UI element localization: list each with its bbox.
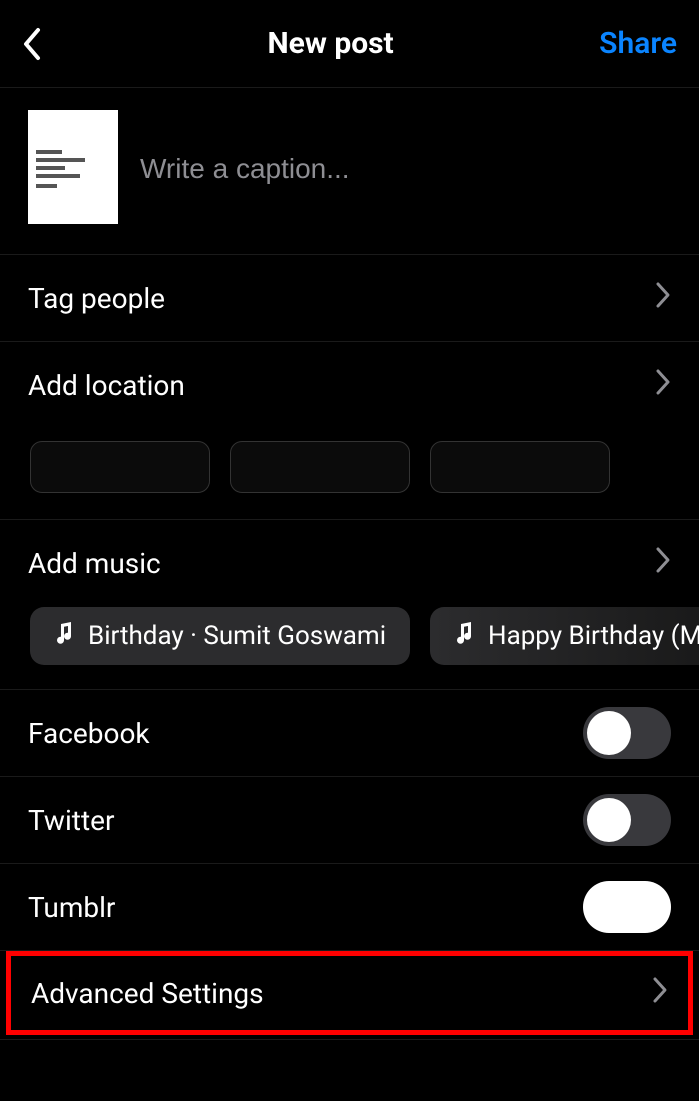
music-suggestions: Birthday · Sumit Goswami Happy Birthday … — [0, 607, 699, 690]
music-note-icon — [454, 621, 474, 652]
location-chip[interactable] — [430, 441, 610, 493]
share-facebook-row: Facebook — [0, 690, 699, 777]
advanced-settings-row[interactable]: Advanced Settings — [11, 956, 688, 1030]
chevron-right-icon — [652, 976, 668, 1011]
share-facebook-label: Facebook — [28, 717, 150, 750]
advanced-settings-highlight: Advanced Settings — [6, 951, 693, 1035]
chevron-right-icon — [655, 281, 671, 316]
share-tumblr-label: Tumblr — [28, 891, 115, 924]
add-location-row[interactable]: Add location — [0, 342, 699, 429]
location-suggestions — [0, 429, 699, 520]
music-chip[interactable]: Birthday · Sumit Goswami — [30, 607, 410, 665]
chevron-left-icon — [22, 27, 42, 61]
location-chip[interactable] — [30, 441, 210, 493]
music-chip-label: Birthday · Sumit Goswami — [88, 621, 386, 651]
music-note-icon — [54, 621, 74, 652]
music-chip-label: Happy Birthday (Me — [488, 621, 699, 651]
share-tumblr-row: Tumblr — [0, 864, 699, 951]
twitter-toggle[interactable] — [583, 794, 671, 846]
advanced-settings-label: Advanced Settings — [31, 977, 264, 1010]
caption-section — [0, 88, 699, 255]
music-chip[interactable]: Happy Birthday (Me — [430, 607, 699, 665]
thumbnail-text-preview — [36, 150, 88, 192]
facebook-toggle[interactable] — [583, 707, 671, 759]
tumblr-toggle[interactable] — [583, 881, 671, 933]
share-twitter-label: Twitter — [28, 804, 114, 837]
location-chip[interactable] — [230, 441, 410, 493]
share-twitter-row: Twitter — [0, 777, 699, 864]
page-title: New post — [267, 26, 393, 61]
separator — [0, 1039, 699, 1040]
share-button[interactable]: Share — [599, 26, 677, 61]
caption-input[interactable] — [140, 110, 671, 224]
tag-people-row[interactable]: Tag people — [0, 255, 699, 342]
tag-people-label: Tag people — [28, 282, 165, 315]
add-music-label: Add music — [28, 547, 161, 580]
back-button[interactable] — [22, 27, 62, 61]
chevron-right-icon — [655, 368, 671, 403]
post-thumbnail[interactable] — [28, 110, 118, 224]
chevron-right-icon — [655, 546, 671, 581]
add-music-row[interactable]: Add music — [0, 520, 699, 607]
add-location-label: Add location — [28, 369, 185, 402]
header: New post Share — [0, 0, 699, 88]
